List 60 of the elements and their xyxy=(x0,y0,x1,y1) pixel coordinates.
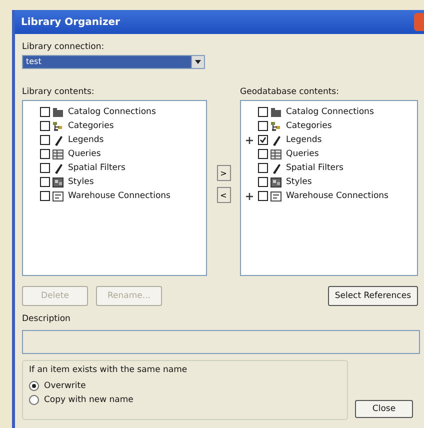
tree-list[interactable]: Catalog Connections Categories Legends Queries Spatial Filters Styles Warehouse Connections xyxy=(240,100,418,276)
radio-label[interactable]: Overwrite xyxy=(44,381,86,391)
table-icon xyxy=(52,148,64,160)
pen-icon xyxy=(52,134,64,146)
checkbox[interactable] xyxy=(40,121,50,131)
tree-item[interactable]: Spatial Filters xyxy=(68,163,126,173)
radio-button[interactable] xyxy=(29,381,39,391)
checkbox[interactable] xyxy=(40,107,50,117)
tree-item[interactable]: Catalog Connections xyxy=(286,107,374,117)
checkbox[interactable] xyxy=(258,149,268,159)
pen-icon xyxy=(52,162,64,174)
tree-item[interactable]: Warehouse Connections xyxy=(68,191,170,201)
tree-item[interactable]: Warehouse Connections xyxy=(286,191,388,201)
expand-icon[interactable] xyxy=(246,136,253,144)
tree-item[interactable]: Spatial Filters xyxy=(286,163,344,173)
tree-item[interactable]: Catalog Connections xyxy=(68,107,156,117)
tree-item[interactable]: Styles xyxy=(68,177,94,187)
radio-label[interactable]: Copy with new name xyxy=(44,395,134,405)
window-title: Library Organizer xyxy=(21,16,120,28)
list-label: Geodatabase contents: xyxy=(240,87,340,97)
check-icon xyxy=(260,137,266,143)
radio-button[interactable] xyxy=(29,395,39,405)
tree-item[interactable]: Categories xyxy=(68,121,114,131)
checkbox[interactable] xyxy=(258,107,268,117)
tree-item[interactable]: Categories xyxy=(286,121,332,131)
transfer-button[interactable]: > xyxy=(216,165,230,181)
checkbox[interactable] xyxy=(258,135,268,145)
folder-icon xyxy=(270,106,282,118)
tree-item[interactable]: Legends xyxy=(68,135,104,145)
close-button[interactable]: Close xyxy=(355,400,413,418)
field-label: Library connection: xyxy=(22,42,106,52)
tree-list[interactable]: Catalog Connections Categories Legends Queries Spatial Filters Styles Warehouse Connections xyxy=(22,100,207,276)
expand-icon[interactable] xyxy=(246,192,253,200)
checkbox[interactable] xyxy=(40,163,50,173)
list-label: Library contents: xyxy=(22,87,96,97)
transfer-button[interactable]: < xyxy=(216,187,230,203)
checkbox[interactable] xyxy=(258,191,268,201)
checkbox[interactable] xyxy=(258,177,268,187)
table-icon xyxy=(270,148,282,160)
select-references-button[interactable]: Select References xyxy=(328,286,418,306)
connection-dropdown[interactable]: test xyxy=(22,55,205,69)
tree-item[interactable]: Queries xyxy=(286,149,319,159)
checkbox[interactable] xyxy=(40,177,50,187)
field-label: Description xyxy=(22,314,72,324)
tree-item[interactable]: Styles xyxy=(286,177,312,187)
description-field[interactable] xyxy=(22,330,420,354)
tree-icon xyxy=(52,120,64,132)
checkbox[interactable] xyxy=(258,121,268,131)
group-label: If an item exists with the same name xyxy=(29,365,188,375)
checkbox[interactable] xyxy=(40,149,50,159)
checkbox[interactable] xyxy=(40,135,50,145)
pen-icon xyxy=(270,134,282,146)
tree-item[interactable]: Queries xyxy=(68,149,101,159)
pen-icon xyxy=(270,162,282,174)
checkbox[interactable] xyxy=(40,191,50,201)
checkbox[interactable] xyxy=(258,163,268,173)
folder-icon xyxy=(52,106,64,118)
tree-icon xyxy=(270,120,282,132)
tree-item[interactable]: Legends xyxy=(286,135,322,145)
dropdown-arrow-icon xyxy=(195,60,201,64)
